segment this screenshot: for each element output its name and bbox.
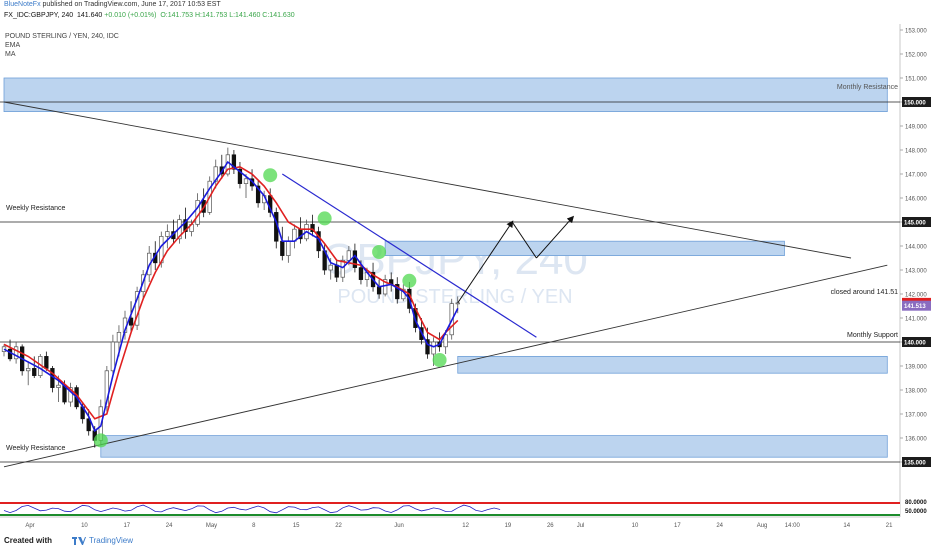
x-tick-label-1: 10	[81, 523, 88, 529]
touch-marker-0	[93, 433, 108, 448]
y-tick-label-2: 137.000	[905, 413, 927, 419]
candle-body-59	[358, 267, 364, 280]
candle-body-40	[243, 178, 249, 184]
candle-body-1	[7, 348, 13, 360]
legend-ma[interactable]: MA	[5, 51, 16, 58]
y-tick-label-11: 146.000	[905, 197, 927, 203]
y-tick-label-8: 143.000	[905, 269, 927, 275]
x-tick-label-16: Aug	[757, 523, 768, 529]
monthly-support-label: Monthly Support	[847, 332, 898, 339]
x-tick-label-2: 17	[123, 523, 130, 529]
y-tick-label-3: 138.000	[905, 389, 927, 395]
price-tag-1: 145.000	[904, 221, 926, 227]
candle-body-55	[334, 264, 339, 278]
tradingview-logo-icon	[72, 537, 86, 545]
published-text: published on TradingView.com, June 17, 2…	[42, 1, 221, 8]
candle-body-27	[165, 231, 170, 237]
oscillator-panel	[0, 502, 900, 516]
touch-marker-1	[263, 168, 278, 183]
candle-body-58	[352, 250, 358, 268]
ohlc-values: O:141.753 H:141.753 L:141.460 C:141.630	[160, 12, 295, 19]
y-tick-label-1: 136.000	[905, 437, 927, 443]
weekly-resistance-bottom-label: Weekly Resistance	[6, 445, 66, 452]
price-tag-0: 150.000	[904, 101, 926, 107]
candle-body-62	[376, 286, 382, 295]
y-tick-label-7: 142.000	[905, 293, 927, 299]
x-tick-label-4: May	[206, 523, 217, 529]
candle-body-75	[455, 302, 460, 305]
created-with-text: Created with	[4, 536, 53, 545]
zone-2	[457, 355, 888, 374]
candle-body-5	[32, 368, 37, 376]
price-axis[interactable]: 135.000 136.000 137.000 138.000 139.000 140.0…	[900, 29, 931, 516]
candle-body-4	[26, 368, 31, 372]
x-tick-label-12: Jul	[577, 523, 585, 529]
candle-body-54	[328, 264, 333, 271]
candle-body-57	[346, 250, 351, 261]
y-tick-label-4: 139.000	[905, 365, 927, 371]
candle-body-47	[286, 240, 291, 256]
x-tick-label-3: 24	[166, 523, 173, 529]
touch-marker-5	[432, 353, 447, 367]
legend-ema[interactable]: EMA	[5, 42, 21, 49]
candle-body-56	[340, 260, 345, 278]
x-tick-label-0: Apr	[25, 523, 34, 529]
y-tick-label-18: 153.000	[905, 29, 927, 35]
footer-bar: Created with TradingView	[0, 532, 932, 550]
x-tick-label-17: 14:00	[785, 523, 801, 529]
symbol-line: FX_IDC:GBPJPY, 240 141.640 +0.010 (+0.01…	[4, 12, 295, 19]
last-price: 141.640	[77, 12, 103, 19]
candle-body-46	[280, 240, 285, 256]
publish-line: BlueNoteFx published on TradingView.com,…	[4, 1, 221, 8]
y-tick-label-6: 141.000	[905, 317, 927, 323]
x-tick-label-15: 24	[716, 523, 723, 529]
y-tick-label-12: 147.000	[905, 173, 927, 179]
y-tick-label-16: 151.000	[905, 77, 927, 83]
oscillator-bg	[0, 502, 900, 516]
x-tick-label-8: Jun	[394, 523, 404, 529]
touch-marker-2	[317, 211, 332, 226]
x-tick-label-14: 17	[674, 523, 681, 529]
y-tick-label-9: 144.000	[905, 245, 927, 251]
candle-body-71	[431, 341, 436, 355]
y-tick-label-17: 152.000	[905, 53, 927, 59]
touch-marker-3	[372, 245, 387, 259]
price-tag-4: 140.000	[904, 341, 926, 347]
price-tag-3: 141.513	[904, 304, 926, 310]
price-change: +0.010 (+0.01%)	[104, 12, 157, 19]
x-tick-label-7: 22	[335, 523, 342, 529]
chart-header: BlueNoteFx published on TradingView.com,…	[0, 0, 932, 24]
candle-body-19	[116, 332, 122, 343]
monthly-resistance-label: Monthly Resistance	[837, 84, 898, 91]
symbol-label: FX_IDC:GBPJPY, 240	[4, 12, 74, 19]
candle-body-32	[195, 200, 200, 225]
x-tick-label-6: 15	[293, 523, 300, 529]
x-tick-label-13: 10	[632, 523, 639, 529]
legend-symbol-name: POUND STERLING / YEN, 240, IDC	[5, 33, 119, 40]
price-tag-5: 135.000	[904, 461, 926, 467]
zone-3	[100, 435, 888, 458]
candle-body-7	[44, 356, 49, 369]
x-tick-label-19: 21	[886, 523, 893, 529]
zone-1	[384, 240, 785, 256]
zone-0	[3, 77, 888, 112]
y-tick-label-14: 149.000	[905, 125, 927, 131]
tradingview-brand[interactable]: TradingView	[89, 536, 133, 545]
x-tick-label-9: 12	[462, 523, 469, 529]
x-tick-label-18: 14	[843, 523, 850, 529]
touch-marker-4	[402, 273, 417, 288]
x-tick-label-11: 26	[547, 523, 554, 529]
candle-body-9	[56, 384, 61, 388]
weekly-resistance-top-label: Weekly Resistance	[6, 205, 66, 212]
x-tick-label-10: 19	[505, 523, 512, 529]
price-chart[interactable]: GBPJPY, 240 POUND STERLING / YEN POUND S…	[0, 24, 932, 532]
closed-around-label: closed around 141.51	[831, 289, 898, 296]
oscillator-mid-label: 50.0000	[905, 509, 927, 515]
author-link[interactable]: BlueNoteFx	[4, 1, 41, 8]
candle-body-18	[110, 341, 116, 372]
y-tick-label-13: 148.000	[905, 149, 927, 155]
oscillator-level-label: 80.0000	[905, 500, 927, 506]
